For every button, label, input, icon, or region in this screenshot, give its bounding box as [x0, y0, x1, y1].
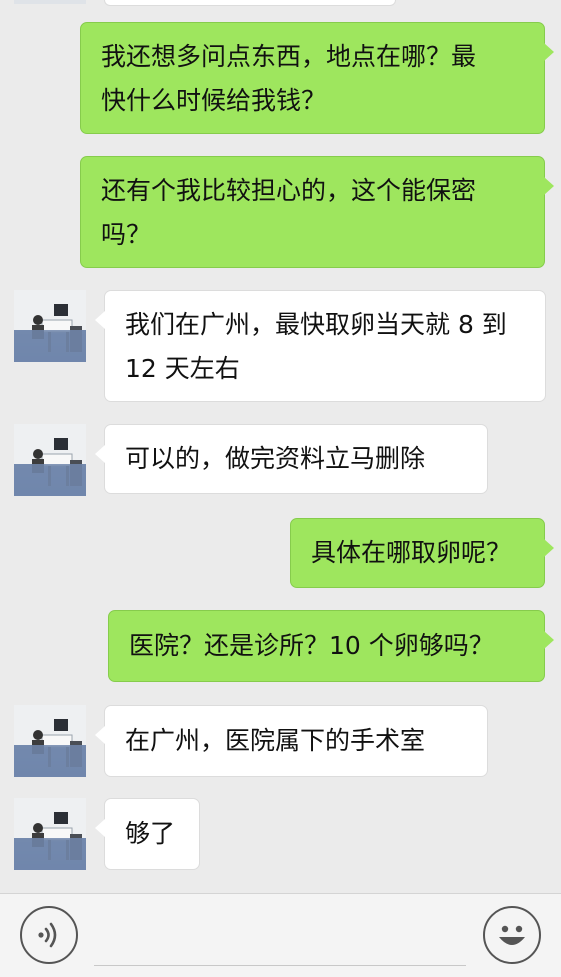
message-bubble-outgoing[interactable]: 还有个我比较担心的，这个能保密 吗？ [80, 156, 554, 268]
avatar[interactable] [14, 705, 86, 777]
message-text: 我们在广州，最快取卵当天就 8 到 [125, 310, 507, 339]
message-bubble-incoming[interactable]: 可以的，做完资料立马删除 [95, 424, 488, 494]
message-bubble-outgoing[interactable]: 医院？还是诊所？10 个卵够吗？ [108, 610, 554, 682]
message-text: 12 天左右 [125, 354, 240, 383]
message-bubble-outgoing[interactable]: 我还想多问点东西，地点在哪？最 快什么时候给我钱？ [80, 22, 554, 134]
message-text: 医院？还是诊所？10 个卵够吗？ [129, 631, 494, 660]
message-text: 我还想多问点东西，地点在哪？最 [101, 42, 477, 71]
avatar[interactable] [14, 424, 86, 496]
voice-button[interactable] [20, 906, 78, 964]
emoji-icon [499, 925, 525, 945]
message-input[interactable] [94, 907, 466, 966]
emoji-button[interactable] [483, 906, 541, 964]
voice-icon [38, 922, 57, 948]
message-bubble-partial [104, 0, 396, 6]
message-bubble-incoming[interactable]: 够了 [95, 798, 200, 870]
message-text: 在广州，医院属下的手术室 [125, 726, 426, 755]
message-text: 快什么时候给我钱？ [101, 86, 327, 115]
avatar[interactable] [14, 0, 86, 4]
chat-area: 我还想多问点东西，地点在哪？最 快什么时候给我钱？ 还有个我比较担心的，这个能保… [0, 0, 561, 893]
message-bubble-incoming[interactable]: 在广州，医院属下的手术室 [95, 705, 488, 777]
message-text: 吗？ [101, 220, 152, 249]
message-text: 具体在哪取卵呢？ [311, 538, 512, 567]
avatar[interactable] [14, 798, 86, 870]
message-text: 够了 [125, 819, 176, 848]
message-bubble-incoming[interactable]: 我们在广州，最快取卵当天就 8 到 12 天左右 [95, 290, 546, 402]
message-bubble-outgoing[interactable]: 具体在哪取卵呢？ [290, 518, 554, 588]
input-bar [0, 893, 561, 977]
message-text: 可以的，做完资料立马删除 [125, 444, 426, 473]
avatar[interactable] [14, 290, 86, 362]
message-text: 还有个我比较担心的，这个能保密 [101, 176, 477, 205]
